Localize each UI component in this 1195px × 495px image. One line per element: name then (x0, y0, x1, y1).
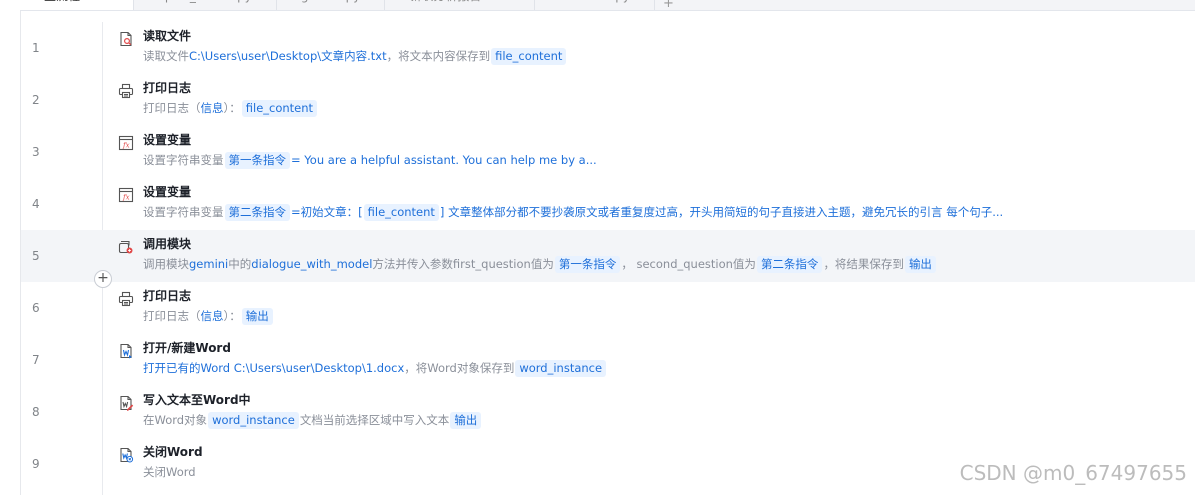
step-title: 读取文件 (143, 29, 192, 43)
variable-token[interactable]: file_content (241, 100, 318, 117)
watermark: CSDN @m0_67497655 (959, 461, 1187, 485)
step-title: 写入文本至Word中 (143, 393, 251, 407)
line-number: 7 (32, 353, 40, 367)
svg-text:fx: fx (122, 194, 130, 202)
parameter-text: C:\Users\user\Desktop\文章内容.txt (189, 49, 387, 63)
parameter-text: dialogue_with_model (251, 257, 373, 271)
variable-token[interactable]: 第一条指令 (554, 256, 621, 273)
line-number: 3 (32, 145, 40, 159)
open-word-icon (118, 343, 134, 359)
flow-step-row[interactable]: 1 读取文件 读取文件C:\Users\user\Desktop\文章内容.txt，… (21, 22, 1195, 74)
parameter-text: =初始文章：[ (291, 205, 363, 219)
step-description: 设置字符串变量 第二条指令 =初始文章：[file_content] 文章整体部分都… (143, 203, 1003, 221)
description-text: 设置字符串变量 (143, 153, 224, 167)
step-description: 打印日志（信息）： file_content (143, 99, 318, 117)
variable-token[interactable]: file_content (491, 48, 567, 65)
variable-token[interactable]: 第二条指令 (224, 204, 290, 221)
description-text: 文档当前选择区域中写入文本 (299, 413, 450, 427)
line-number: 2 (32, 93, 40, 107)
description-text: 关闭Word (143, 465, 196, 479)
insert-step-button[interactable]: + (94, 270, 112, 288)
flow-step-row[interactable]: 7 打开/新建Word 打开已有的Word C:\Users\user\Deskto… (21, 334, 1195, 386)
description-text: 在Word对象 (143, 413, 208, 427)
tab-5[interactable]: module1.py (535, 0, 655, 10)
step-description: 调用模块gemini中的dialogue_with_model方法并传入参数fi… (143, 255, 937, 273)
step-description: 设置字符串变量 第一条指令 = You are a helpful assistan… (143, 151, 597, 169)
read-file-icon (118, 31, 134, 47)
step-title: 设置变量 (143, 185, 192, 199)
variable-token[interactable]: word_instance (515, 360, 607, 377)
flow-editor: 主流程.flowaplox_model.pygemini.py新联分析报告.fl… (0, 0, 1195, 495)
set-variable-icon: fx (118, 187, 134, 203)
tab-1[interactable]: 主流程.flow (20, 0, 134, 10)
description-text: ， second_question值为 (621, 257, 756, 271)
flow-step-row[interactable]: 2 打印日志打印日志（信息）： file_content (21, 74, 1195, 126)
description-text: 打印日志（ (143, 101, 201, 115)
step-description: 关闭Word (143, 463, 196, 481)
tab-4[interactable]: 新联分析报告.flow (385, 0, 535, 10)
tab-3[interactable]: gemini.py (277, 0, 386, 10)
parameter-text: 信息 (200, 309, 224, 323)
parameter-text: ] 文章整体部分都不要抄袭原文或者重复度过高，开头用简短的句子直接进入主题，避免… (439, 205, 1004, 219)
description-text: 中的 (228, 257, 252, 271)
line-number: 6 (32, 301, 40, 315)
call-module-icon (118, 239, 134, 255)
line-number: 1 (32, 41, 40, 55)
parameter-text: gemini (189, 257, 229, 271)
step-title: 调用模块 (143, 237, 192, 251)
step-title: 设置变量 (143, 133, 192, 147)
line-number: 4 (32, 197, 40, 211)
svg-text:fx: fx (122, 142, 130, 150)
line-number: 5 (32, 249, 40, 263)
flow-step-row[interactable]: 4 fx 设置变量设置字符串变量 第二条指令 =初始文章：[file_content] … (21, 178, 1195, 230)
line-number: 8 (32, 405, 40, 419)
parameter-text: 信息 (200, 101, 224, 115)
description-text: 读取文件 (143, 49, 189, 63)
print-log-icon (118, 291, 134, 307)
tab-bar: 主流程.flowaplox_model.pygemini.py新联分析报告.fl… (20, 0, 1195, 11)
step-description: 打开已有的Word C:\Users\user\Desktop\1.docx，将… (143, 359, 607, 377)
flow-step-row[interactable]: 3 fx 设置变量设置字符串变量 第一条指令 = You are a helpful a… (21, 126, 1195, 178)
set-variable-icon: fx (118, 135, 134, 151)
step-title: 关闭Word (143, 445, 203, 459)
description-text: ）： (223, 101, 241, 115)
description-text: ，将结果保存到 (823, 257, 904, 271)
flow-step-row[interactable]: 8 写入文本至Word中 在Word对象 word_instance 文档当前选择区域中… (21, 386, 1195, 438)
flow-step-row[interactable]: 5 调用模块 调用模块gemini中的dialogue_with_model方法并传… (21, 230, 1195, 282)
variable-token[interactable]: 输出 (241, 308, 273, 325)
description-text: ）： (223, 309, 241, 323)
close-word-icon (118, 447, 134, 463)
description-text: ，将Word对象保存到 (404, 361, 515, 375)
variable-token[interactable]: 第一条指令 (224, 152, 290, 169)
step-title: 打印日志 (143, 81, 192, 95)
description-text: ，将文本内容保存到 (386, 49, 491, 63)
flow-step-row[interactable]: 6 打印日志打印日志（信息）： 输出 (21, 282, 1195, 334)
line-number: 9 (32, 457, 40, 471)
variable-token[interactable]: word_instance (208, 412, 299, 429)
tab-2[interactable]: aplox_model.py (134, 0, 277, 10)
variable-token[interactable]: 输出 (450, 412, 482, 429)
add-tab-button[interactable]: + (655, 0, 682, 10)
parameter-text: = You are a helpful assistant. You can h… (291, 153, 597, 167)
step-description: 打印日志（信息）： 输出 (143, 307, 274, 325)
variable-token[interactable]: 输出 (904, 256, 936, 273)
print-log-icon (118, 83, 134, 99)
step-description: 在Word对象 word_instance 文档当前选择区域中写入文本 输出 (143, 411, 482, 429)
write-word-icon (118, 395, 134, 411)
parameter-text: 打开已有的Word C:\Users\user\Desktop\1.docx (143, 361, 405, 375)
description-text: 方法并传入参数first_question值为 (372, 257, 554, 271)
step-title: 打开/新建Word (143, 341, 231, 355)
description-text: 调用模块 (143, 257, 189, 271)
step-description: 读取文件C:\Users\user\Desktop\文章内容.txt，将文本内容… (143, 47, 567, 65)
description-text: 打印日志（ (143, 309, 201, 323)
step-title: 打印日志 (143, 289, 192, 303)
variable-token[interactable]: file_content (363, 204, 439, 221)
variable-token[interactable]: 第二条指令 (756, 256, 823, 273)
description-text: 设置字符串变量 (143, 205, 224, 219)
